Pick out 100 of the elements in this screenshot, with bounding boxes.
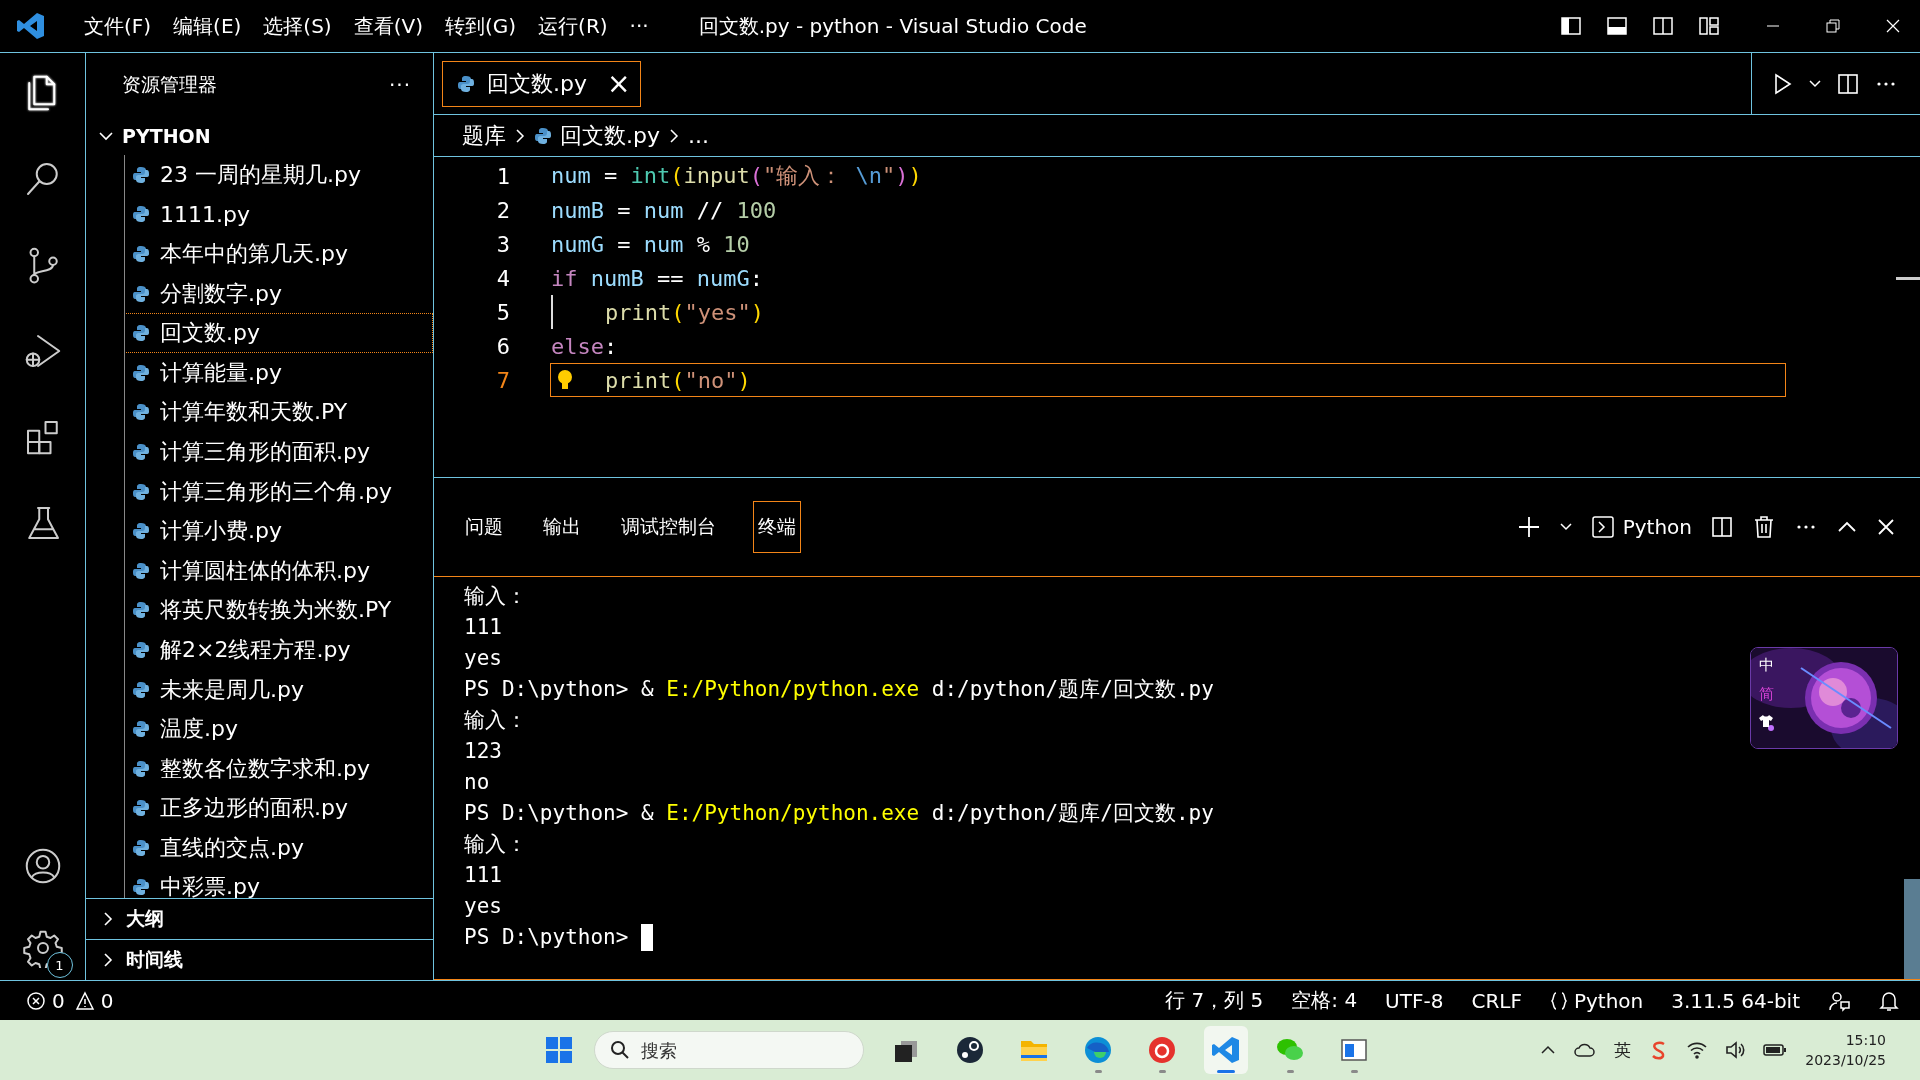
- language-mode[interactable]: Python: [1549, 988, 1644, 1013]
- file-item[interactable]: 计算三角形的三个角.py: [125, 471, 433, 512]
- section-title: 时间线: [126, 947, 183, 972]
- menu-item[interactable]: 转到(G): [434, 8, 527, 44]
- file-item[interactable]: 温度.py: [125, 709, 433, 749]
- menu-item[interactable]: 查看(V): [343, 8, 433, 44]
- file-name: 整数各位数字求和.py: [160, 754, 370, 783]
- code-editor-icon: [1211, 1035, 1241, 1065]
- editor-tab[interactable]: 回文数.py ×: [442, 61, 642, 107]
- section-header[interactable]: 时间线: [86, 939, 433, 980]
- restore-icon[interactable]: [1826, 19, 1840, 33]
- panel-layout-icon[interactable]: [1606, 15, 1628, 37]
- file-name: 未来是周几.py: [160, 675, 304, 704]
- menu-item[interactable]: 选择(S): [253, 8, 342, 44]
- panel-tab[interactable]: 问题: [462, 501, 506, 553]
- window-title: 回文数.py - python - Visual Studio Code: [698, 12, 1088, 40]
- text-cursor: [641, 924, 653, 951]
- lightbulb-icon[interactable]: [557, 369, 573, 391]
- terminal-line: 111: [464, 614, 502, 641]
- python-file-icon: [132, 799, 150, 818]
- python-file-icon: [132, 878, 150, 897]
- speaker-icon[interactable]: [1725, 1041, 1746, 1059]
- file-item[interactable]: 23 一周的星期几.py: [125, 155, 433, 195]
- file-name: 23 一周的星期几.py: [160, 160, 361, 189]
- file-item[interactable]: 整数各位数字求和.py: [125, 748, 433, 789]
- split-layout-icon[interactable]: [1652, 15, 1674, 37]
- input-method-indicator[interactable]: 英: [1614, 1038, 1632, 1062]
- file-item[interactable]: 分割数字.py: [125, 273, 433, 314]
- section-header[interactable]: 大纲: [86, 898, 433, 939]
- panel-tab[interactable]: 输出: [540, 501, 584, 553]
- wifi-icon[interactable]: [1687, 1041, 1708, 1059]
- panel-tab[interactable]: 终端: [753, 501, 801, 553]
- cloud-icon[interactable]: [1574, 1042, 1597, 1058]
- breadcrumb-item[interactable]: 题库: [462, 120, 506, 151]
- python-file-icon: [132, 601, 150, 620]
- file-item[interactable]: 计算小费.py: [125, 511, 433, 551]
- battery-icon[interactable]: [1763, 1042, 1788, 1058]
- line-number: 5: [495, 299, 510, 325]
- file-name: 计算三角形的三个角.py: [160, 477, 392, 506]
- breadcrumb-item[interactable]: 回文数.py: [560, 120, 660, 151]
- python-file-icon: [132, 165, 150, 184]
- close-tab-button[interactable]: ×: [607, 70, 631, 98]
- python-file-icon: [132, 324, 150, 343]
- file-item[interactable]: 回文数.py: [125, 313, 433, 353]
- folder-header[interactable]: PYTHON: [86, 117, 433, 155]
- line-number: 2: [495, 197, 510, 223]
- terminal-line: PS D:\python> & E:/Python/python.exe d:/python/题库/回文数.py: [464, 800, 1214, 827]
- plus-icon[interactable]: [1516, 515, 1541, 539]
- terminal-line: 123: [464, 738, 502, 765]
- file-name: 温度.py: [160, 715, 238, 744]
- python-file-icon: [132, 482, 150, 501]
- status-item[interactable]: 3.11.5 64-bit: [1671, 988, 1800, 1013]
- close-icon[interactable]: [1876, 517, 1896, 537]
- scrollbar-thumb[interactable]: [1904, 879, 1920, 979]
- clock-time[interactable]: 15:10: [1845, 1030, 1886, 1050]
- file-item[interactable]: 计算能量.py: [125, 352, 433, 393]
- terminal-selector[interactable]: Python: [1590, 515, 1692, 539]
- python-file-icon: [132, 403, 150, 422]
- bell-icon[interactable]: [1878, 989, 1900, 1012]
- file-item[interactable]: 直线的交点.py: [125, 828, 433, 868]
- status-item[interactable]: CRLF: [1471, 988, 1522, 1013]
- problems-indicator[interactable]: 0 0: [26, 988, 118, 1013]
- ime-toolbar[interactable]: 中 简: [1750, 647, 1898, 749]
- status-item[interactable]: 行 7，列 5: [1165, 987, 1264, 1014]
- menu-item[interactable]: 文件(F): [74, 8, 162, 44]
- status-item[interactable]: UTF-8: [1385, 988, 1444, 1013]
- terminal-line: yes: [464, 645, 502, 672]
- file-item[interactable]: 解2×2线程方程.py: [125, 630, 433, 670]
- breadcrumb-item[interactable]: ...: [688, 123, 709, 148]
- notification-badge: 1: [46, 952, 73, 978]
- tab-label: 回文数.py: [487, 70, 587, 98]
- file-item[interactable]: 将英尺数转换为米数.PY: [125, 590, 433, 631]
- file-item[interactable]: 计算三角形的面积.py: [125, 432, 433, 472]
- start-icon[interactable]: [544, 1035, 574, 1065]
- trash-icon[interactable]: [1752, 515, 1776, 539]
- menu-item[interactable]: 运行(R): [528, 8, 618, 44]
- running-indicator: [1094, 1070, 1102, 1073]
- menu-item[interactable]: 编辑(E): [163, 8, 252, 44]
- file-item[interactable]: 1111.py: [125, 194, 433, 235]
- file-item[interactable]: 计算年数和天数.PY: [125, 392, 433, 433]
- sidebar-layout-icon[interactable]: [1560, 15, 1582, 37]
- split-editor-icon[interactable]: [1836, 71, 1860, 96]
- split-terminal-icon[interactable]: [1710, 515, 1734, 539]
- file-item[interactable]: 计算圆柱体的体积.py: [125, 550, 433, 591]
- file-item[interactable]: 正多边形的面积.py: [125, 788, 433, 829]
- close-icon[interactable]: [1886, 19, 1900, 33]
- code-line: numB = num // 100: [551, 197, 777, 223]
- clock-date[interactable]: 2023/10/25: [1805, 1050, 1886, 1070]
- feedback-icon[interactable]: [1828, 989, 1850, 1012]
- status-item[interactable]: 空格: 4: [1291, 987, 1358, 1014]
- shirt-icon: [1759, 714, 1773, 728]
- search-field[interactable]: 搜索: [594, 1031, 864, 1069]
- panel-tab[interactable]: 调试控制台: [618, 501, 719, 553]
- more-menu[interactable]: ···: [619, 10, 659, 42]
- custom-layout-icon[interactable]: [1698, 15, 1720, 37]
- file-item[interactable]: 本年中的第几天.py: [125, 234, 433, 274]
- more-actions-button[interactable]: ···: [388, 73, 411, 97]
- file-item[interactable]: 未来是周几.py: [125, 669, 433, 710]
- search-icon: [610, 1040, 630, 1060]
- code-editor-logo-icon: [16, 11, 46, 41]
